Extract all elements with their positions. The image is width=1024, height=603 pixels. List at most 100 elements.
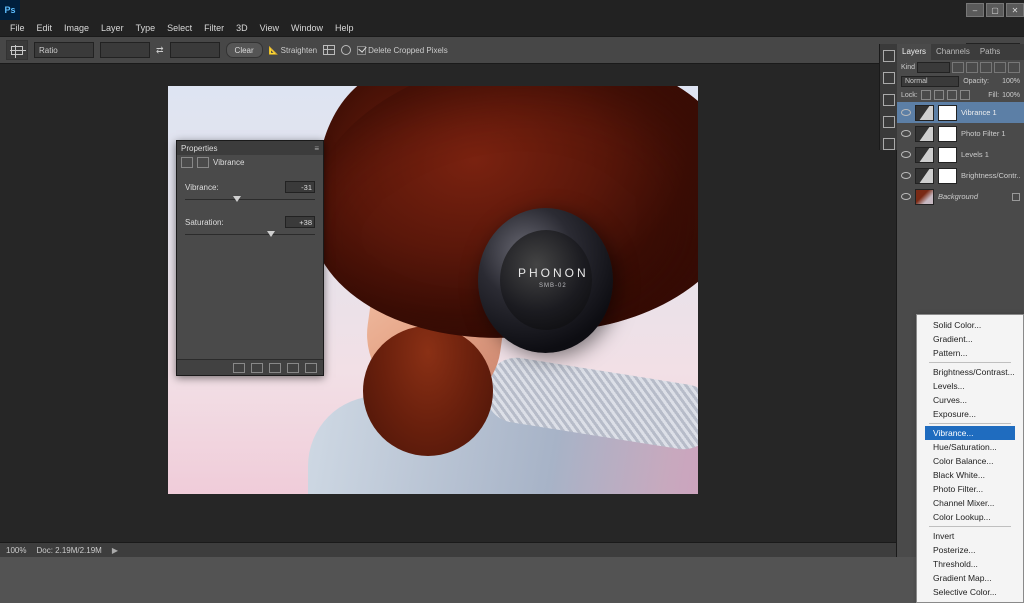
- vibrance-slider[interactable]: [185, 196, 315, 204]
- layer-row[interactable]: Photo Filter 1: [897, 123, 1024, 144]
- collapsed-panel-icon[interactable]: [883, 50, 895, 62]
- clear-button[interactable]: Clear: [226, 42, 263, 58]
- layer-row[interactable]: Brightness/Contr...: [897, 165, 1024, 186]
- ratio-dropdown[interactable]: Ratio: [34, 42, 94, 58]
- visibility-toggle-icon[interactable]: [901, 109, 911, 116]
- delete-cropped-checkbox[interactable]: Delete Cropped Pixels: [357, 46, 448, 55]
- context-menu-item[interactable]: Gradient...: [925, 332, 1015, 346]
- filter-shape-icon[interactable]: [994, 62, 1006, 73]
- menu-edit[interactable]: Edit: [31, 20, 59, 36]
- filter-type-icon[interactable]: [980, 62, 992, 73]
- adjustment-thumb: [915, 126, 934, 142]
- context-menu-item[interactable]: Posterize...: [925, 543, 1015, 557]
- properties-body: Vibrance: -31 Saturation: +38: [177, 169, 323, 359]
- doc-size[interactable]: Doc: 2.19M/2.19M: [36, 546, 101, 555]
- context-menu-item[interactable]: Invert: [925, 529, 1015, 543]
- menu-help[interactable]: Help: [329, 20, 360, 36]
- filter-adjust-icon[interactable]: [966, 62, 978, 73]
- visibility-toggle-icon[interactable]: [901, 151, 911, 158]
- tab-paths[interactable]: Paths: [975, 44, 1005, 60]
- trash-icon[interactable]: [305, 363, 317, 373]
- zoom-level[interactable]: 100%: [6, 546, 26, 555]
- layer-row[interactable]: Background: [897, 186, 1024, 207]
- context-menu-item[interactable]: Photo Filter...: [925, 482, 1015, 496]
- layer-row[interactable]: Vibrance 1: [897, 102, 1024, 123]
- context-menu-item[interactable]: Selective Color...: [925, 585, 1015, 599]
- context-menu-item[interactable]: Solid Color...: [925, 318, 1015, 332]
- collapsed-panel-icon[interactable]: [883, 116, 895, 128]
- context-menu-item[interactable]: Color Balance...: [925, 454, 1015, 468]
- context-menu-item[interactable]: Pattern...: [925, 346, 1015, 360]
- properties-header[interactable]: Properties ≡: [177, 141, 323, 155]
- context-menu-item[interactable]: Hue/Saturation...: [925, 440, 1015, 454]
- saturation-knob[interactable]: [267, 231, 275, 237]
- app-logo: Ps: [0, 0, 20, 20]
- saturation-row: Saturation: +38: [185, 216, 315, 228]
- menu-file[interactable]: File: [4, 20, 31, 36]
- context-menu-item[interactable]: Levels...: [925, 379, 1015, 393]
- vibrance-value[interactable]: -31: [285, 181, 315, 193]
- collapsed-panel-icon[interactable]: [883, 138, 895, 150]
- reset-icon[interactable]: [269, 363, 281, 373]
- blend-mode-dropdown[interactable]: Normal: [901, 76, 959, 87]
- menu-view[interactable]: View: [254, 20, 285, 36]
- visibility-toggle-icon[interactable]: [901, 130, 911, 137]
- ratio-width-input[interactable]: [100, 42, 150, 58]
- menu-window[interactable]: Window: [285, 20, 329, 36]
- photo-headphone: [478, 208, 613, 353]
- minimize-button[interactable]: –: [966, 3, 984, 17]
- properties-panel[interactable]: Properties ≡ Vibrance Vibrance: -31 Satu…: [176, 140, 324, 376]
- view-previous-icon[interactable]: [251, 363, 263, 373]
- ratio-height-input[interactable]: [170, 42, 220, 58]
- context-menu-item[interactable]: Curves...: [925, 393, 1015, 407]
- menu-select[interactable]: Select: [161, 20, 198, 36]
- context-menu-item[interactable]: Exposure...: [925, 407, 1015, 421]
- menu-image[interactable]: Image: [58, 20, 95, 36]
- saturation-slider[interactable]: [185, 231, 315, 239]
- tab-channels[interactable]: Channels: [931, 44, 975, 60]
- context-menu-item[interactable]: Brightness/Contrast...: [925, 365, 1015, 379]
- filter-pixel-icon[interactable]: [952, 62, 964, 73]
- visibility-toggle-icon[interactable]: [901, 172, 911, 179]
- context-menu-item[interactable]: Threshold...: [925, 557, 1015, 571]
- lock-position-icon[interactable]: [947, 90, 957, 100]
- collapsed-panel-icon[interactable]: [883, 94, 895, 106]
- context-menu-item[interactable]: Color Lookup...: [925, 510, 1015, 524]
- filter-smart-icon[interactable]: [1008, 62, 1020, 73]
- close-button[interactable]: ✕: [1006, 3, 1024, 17]
- clip-to-layer-icon[interactable]: [233, 363, 245, 373]
- maximize-button[interactable]: ▢: [986, 3, 1004, 17]
- crop-options-icon[interactable]: [341, 45, 351, 55]
- collapsed-panel-icon[interactable]: [883, 72, 895, 84]
- menu-type[interactable]: Type: [130, 20, 162, 36]
- layer-mask-thumb: [938, 126, 957, 142]
- crop-tool-icon[interactable]: [6, 40, 28, 60]
- lock-pixels-icon[interactable]: [934, 90, 944, 100]
- context-menu-item[interactable]: Vibrance...: [925, 426, 1015, 440]
- menu-layer[interactable]: Layer: [95, 20, 130, 36]
- context-menu-item[interactable]: Channel Mixer...: [925, 496, 1015, 510]
- lock-transparent-icon[interactable]: [921, 90, 931, 100]
- title-bar: Ps – ▢ ✕: [0, 0, 1024, 20]
- panel-menu-icon[interactable]: ≡: [314, 144, 319, 153]
- context-menu-item[interactable]: Black White...: [925, 468, 1015, 482]
- filter-kind-dropdown[interactable]: [917, 62, 950, 73]
- visibility-icon[interactable]: [287, 363, 299, 373]
- saturation-value[interactable]: +38: [285, 216, 315, 228]
- menu-filter[interactable]: Filter: [198, 20, 230, 36]
- menu-3d[interactable]: 3D: [230, 20, 254, 36]
- straighten-button[interactable]: 📐 Straighten: [269, 46, 317, 55]
- lock-icon: [1012, 193, 1020, 201]
- tab-layers[interactable]: Layers: [897, 44, 931, 60]
- status-flyout-icon[interactable]: ▶: [112, 546, 118, 555]
- context-menu-item[interactable]: Gradient Map...: [925, 571, 1015, 585]
- layer-row[interactable]: Levels 1: [897, 144, 1024, 165]
- lock-all-icon[interactable]: [960, 90, 970, 100]
- overlay-grid-icon[interactable]: [323, 45, 335, 55]
- opacity-value[interactable]: 100%: [993, 78, 1020, 85]
- fill-value[interactable]: 100%: [1002, 92, 1020, 99]
- lock-row: Lock: Fill: 100%: [897, 88, 1024, 102]
- vibrance-knob[interactable]: [233, 196, 241, 202]
- swap-dimensions-icon[interactable]: ⇄: [156, 45, 164, 56]
- visibility-toggle-icon[interactable]: [901, 193, 911, 200]
